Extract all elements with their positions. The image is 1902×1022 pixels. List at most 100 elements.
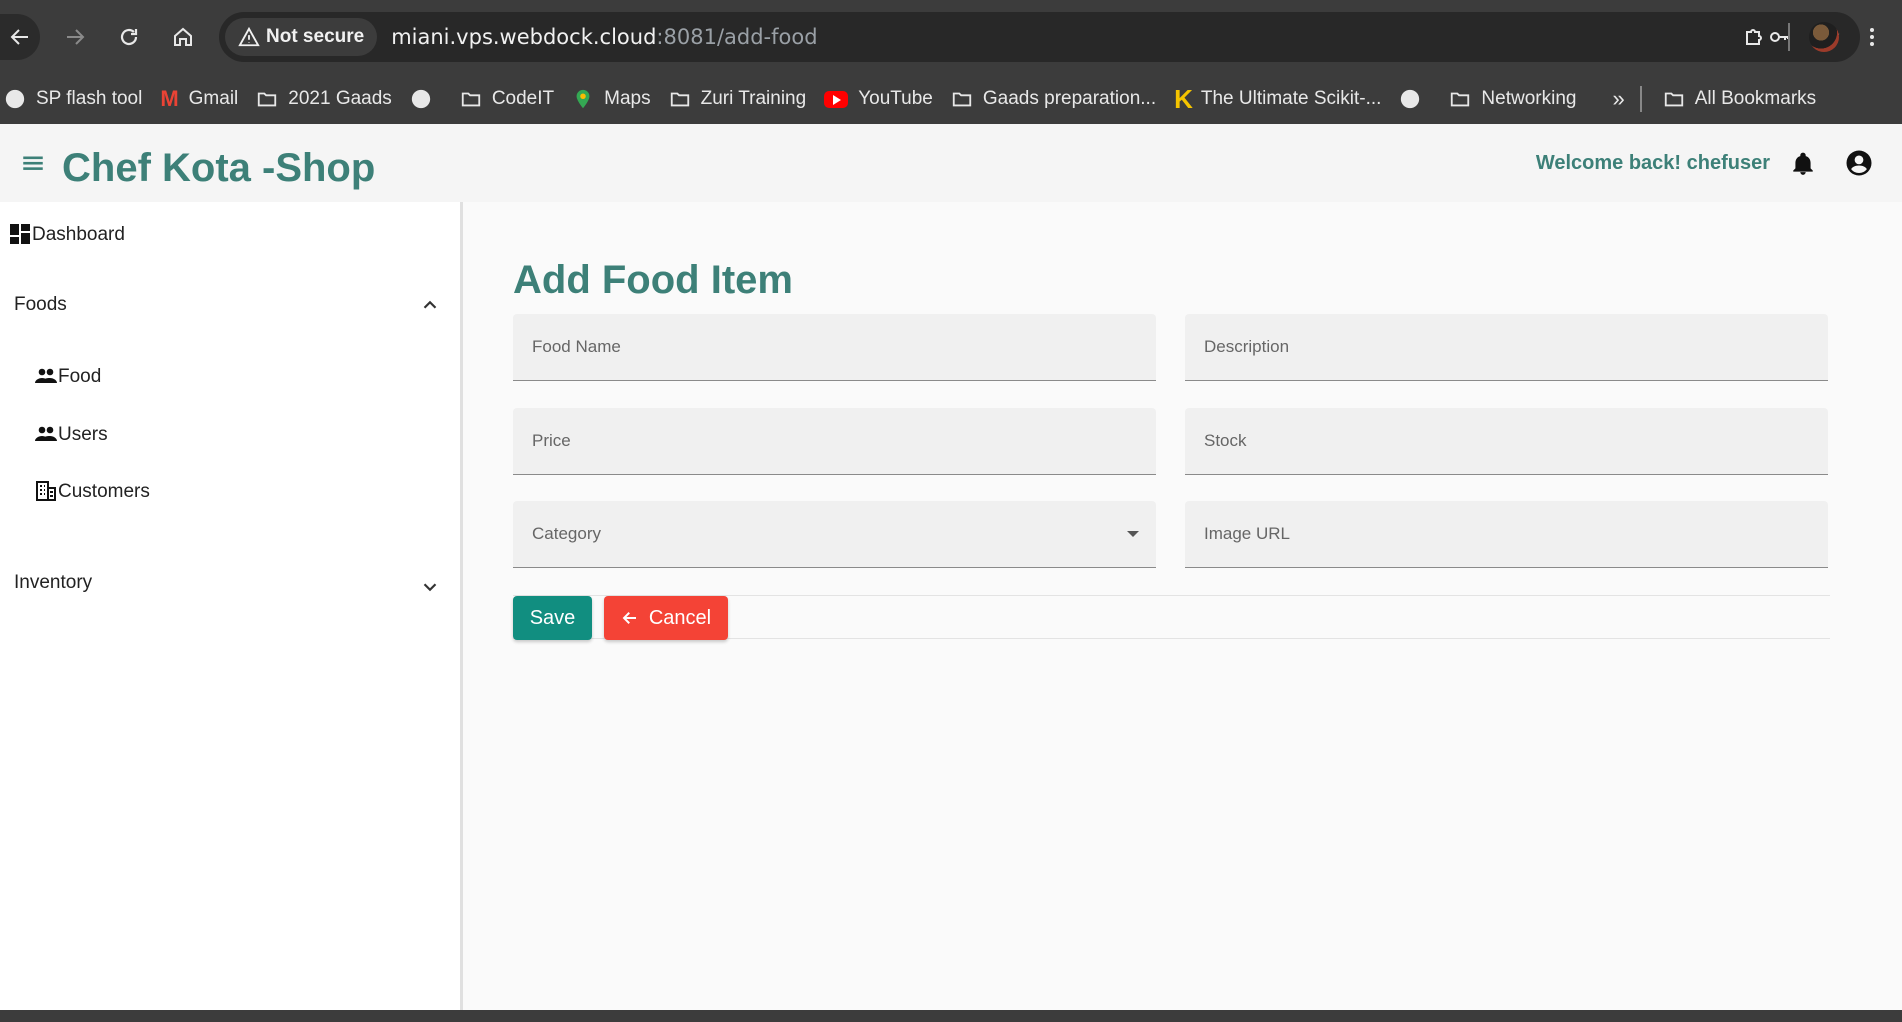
stock-input[interactable] — [1185, 408, 1828, 474]
image-url-field[interactable] — [1185, 501, 1828, 568]
sidebar-item-food[interactable]: Food — [34, 364, 101, 388]
globe-icon — [411, 89, 430, 109]
bookmark-globe[interactable] — [401, 79, 451, 119]
sidebar-item-dashboard[interactable]: Dashboard — [8, 222, 125, 246]
sidebar-group-inventory[interactable]: Inventory — [14, 572, 92, 594]
security-chip[interactable]: Not secure — [225, 18, 378, 56]
all-bookmarks-button[interactable]: All Bookmarks — [1654, 79, 1825, 119]
price-field[interactable] — [513, 408, 1156, 475]
globe-icon — [1401, 89, 1420, 109]
back-button[interactable] — [0, 14, 40, 60]
url-host: miani.vps.webdock.cloud — [391, 25, 657, 49]
bookmark-2021-gaads[interactable]: 2021 Gaads — [247, 79, 401, 119]
bookmark-gaads-preparation[interactable]: Gaads preparation... — [942, 79, 1165, 119]
home-icon — [174, 27, 192, 46]
folder-icon — [670, 92, 689, 107]
folder-icon — [1451, 92, 1470, 107]
more-vert-icon — [1870, 28, 1874, 46]
chevron-up-icon[interactable] — [419, 294, 441, 316]
folder-icon — [952, 92, 972, 107]
sidebar-item-label: Customers — [58, 481, 150, 502]
all-bookmarks-label: All Bookmarks — [1694, 88, 1817, 109]
puzzle-icon — [1746, 29, 1762, 45]
bookmark-label: Gaads preparation... — [982, 88, 1157, 109]
people-icon — [35, 426, 57, 441]
category-select[interactable] — [513, 501, 1156, 568]
arrow-left-icon — [622, 612, 636, 624]
forward-button[interactable] — [52, 14, 98, 60]
cancel-button[interactable]: Cancel — [604, 596, 728, 640]
bookmark-label: SP flash tool — [36, 88, 143, 109]
notifications-bell-icon[interactable] — [1790, 150, 1816, 178]
cancel-button-label: Cancel — [648, 606, 712, 629]
page-title: Add Food Item — [513, 258, 793, 302]
bookmark-maps[interactable]: Maps — [563, 79, 659, 119]
overflow-icon: » — [1612, 86, 1625, 111]
bookmark-label: Gmail — [188, 88, 239, 109]
dashboard-icon — [10, 224, 30, 244]
sidebar-group-foods[interactable]: Foods — [14, 294, 67, 316]
youtube-icon — [824, 90, 849, 108]
bookmark-label: Zuri Training — [700, 88, 807, 109]
image-url-input[interactable] — [1185, 501, 1828, 567]
warning-icon — [238, 26, 260, 47]
sidebar-item-label: Food — [58, 366, 102, 387]
bookmark-label: Networking — [1481, 88, 1577, 109]
reload-icon — [120, 28, 138, 46]
bookmarks-divider — [1639, 86, 1642, 112]
dropdown-arrow-icon[interactable] — [1127, 531, 1139, 537]
url-path: :8081/add-food — [656, 25, 818, 49]
sidebar: Dashboard Foods Food Users Customers Inv… — [0, 202, 463, 1010]
food-name-field[interactable] — [513, 314, 1156, 381]
main-content: Add Food Item Save Cancel — [466, 202, 1902, 1010]
bookmarks-overflow-button[interactable]: » — [1603, 79, 1633, 119]
food-name-input[interactable] — [513, 314, 1156, 380]
toolbar-divider — [1788, 23, 1790, 51]
bookmark-youtube[interactable]: YouTube — [815, 79, 942, 119]
bookmarks-bar: SP flash tool M Gmail 2021 Gaads CodeIT … — [0, 74, 1902, 124]
profile-button[interactable] — [1800, 13, 1848, 61]
window-bottom-edge — [0, 1010, 1902, 1022]
sidebar-item-label: Dashboard — [32, 224, 125, 245]
kaggle-k-icon: K — [1174, 83, 1193, 114]
url-text[interactable]: miani.vps.webdock.cloud:8081/add-food — [391, 25, 817, 49]
browser-menu-button[interactable] — [1848, 13, 1896, 61]
bookmark-label: Maps — [604, 88, 651, 109]
arrow-left-icon — [10, 29, 28, 45]
bookmark-globe-2[interactable] — [1390, 79, 1440, 119]
stock-field[interactable] — [1185, 408, 1828, 475]
bookmark-label: 2021 Gaads — [288, 88, 392, 109]
bookmark-networking[interactable]: Networking — [1440, 79, 1585, 119]
folder-icon — [1664, 92, 1683, 107]
sidebar-item-customers[interactable]: Customers — [34, 479, 150, 503]
building-icon — [36, 481, 56, 501]
gmail-icon: M — [160, 86, 179, 111]
description-input[interactable] — [1185, 314, 1828, 380]
bookmark-zuri-training[interactable]: Zuri Training — [660, 79, 816, 119]
home-button[interactable] — [160, 14, 206, 60]
bookmark-gmail[interactable]: M Gmail — [151, 79, 247, 119]
globe-icon — [5, 89, 25, 109]
profile-avatar — [1809, 22, 1839, 52]
extensions-button[interactable] — [1730, 13, 1778, 61]
address-bar[interactable]: Not secure miani.vps.webdock.cloud:8081/… — [219, 12, 1860, 62]
category-input[interactable] — [513, 501, 1156, 567]
bookmark-codeit[interactable]: CodeIT — [451, 79, 563, 119]
app-title: Chef Kota -Shop — [62, 146, 376, 190]
description-field[interactable] — [1185, 314, 1828, 381]
sidebar-item-users[interactable]: Users — [34, 422, 108, 446]
reload-button[interactable] — [106, 14, 152, 60]
account-circle-icon[interactable] — [1844, 148, 1874, 178]
bookmark-label: CodeIT — [491, 88, 555, 109]
arrow-right-icon — [67, 29, 85, 45]
chevron-down-icon[interactable] — [419, 576, 441, 598]
save-button[interactable]: Save — [513, 596, 592, 640]
price-input[interactable] — [513, 408, 1156, 474]
bookmark-label: YouTube — [858, 88, 933, 109]
menu-icon[interactable] — [20, 150, 46, 176]
bookmark-sp-flash-tool[interactable]: SP flash tool — [0, 79, 151, 119]
map-pin-icon — [576, 89, 590, 109]
bookmark-label: The Ultimate Scikit-... — [1200, 88, 1382, 109]
bookmark-scikit[interactable]: K The Ultimate Scikit-... — [1165, 79, 1390, 119]
browser-toolbar: Not secure miani.vps.webdock.cloud:8081/… — [0, 0, 1902, 74]
